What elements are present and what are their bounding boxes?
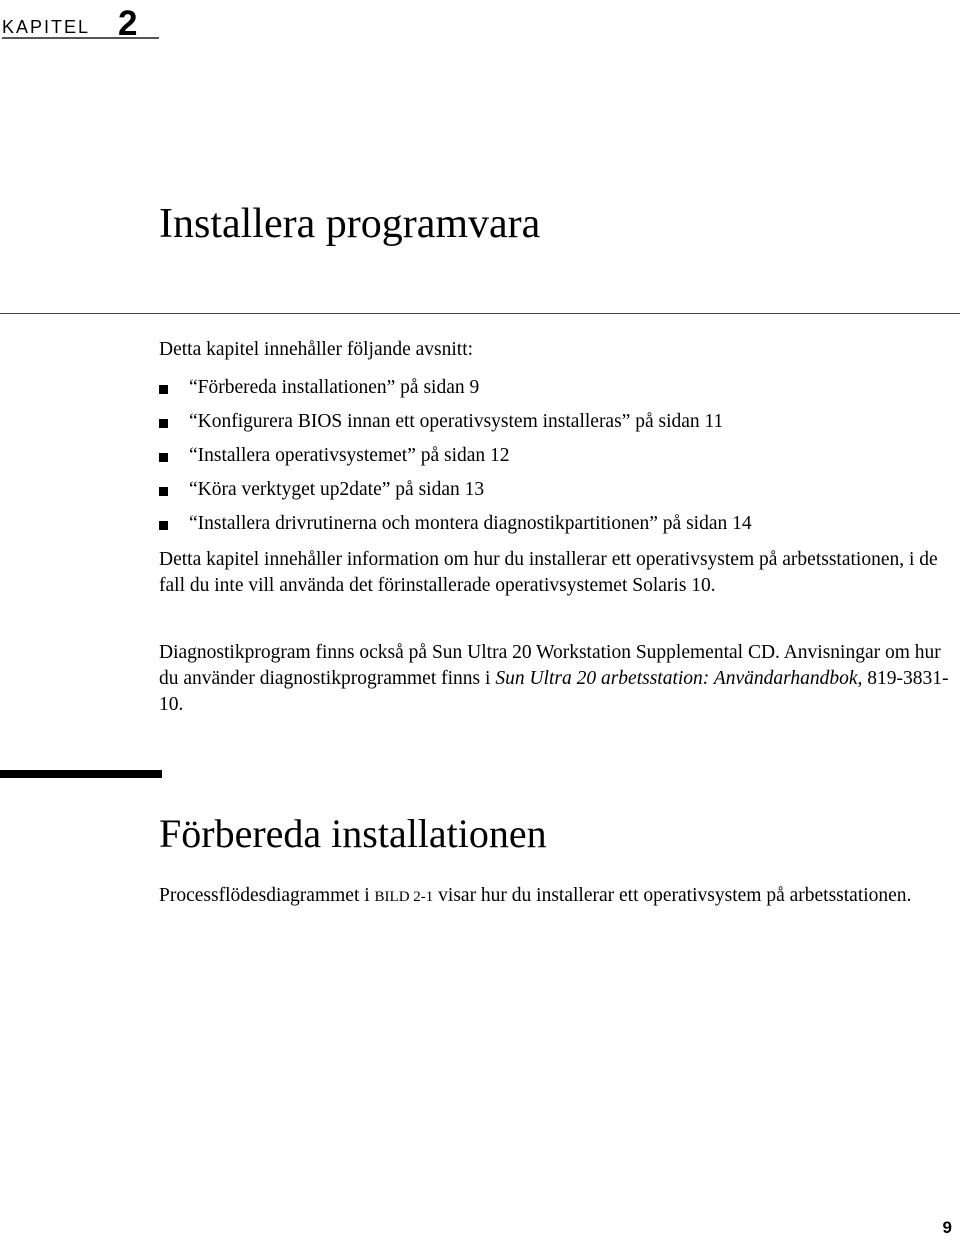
toc-list: “Förbereda installationen” på sidan 9 “K… bbox=[159, 371, 752, 541]
page-number: 9 bbox=[942, 1218, 952, 1237]
bullet-icon bbox=[159, 452, 168, 462]
chapter-rule bbox=[2, 37, 159, 39]
toc-item-page: på sidan 12 bbox=[420, 445, 510, 466]
title-divider bbox=[0, 313, 960, 314]
paragraph-os-info: Detta kapitel innehåller information om … bbox=[159, 549, 938, 596]
section-heading: Förbereda installationen bbox=[159, 811, 547, 856]
toc-item-page: på sidan 9 bbox=[400, 377, 480, 398]
paragraph-text: visar hur du installerar ett operativsys… bbox=[433, 885, 912, 906]
toc-item-title[interactable]: “Förbereda installationen” bbox=[189, 375, 395, 401]
toc-item[interactable]: “Konfigurera BIOS innan ett operativsyst… bbox=[159, 405, 752, 439]
toc-item[interactable]: “Köra verktyget up2date” på sidan 13 bbox=[159, 473, 752, 507]
toc-item-title[interactable]: “Köra verktyget up2date” bbox=[189, 477, 390, 503]
toc-item[interactable]: “Installera drivrutinerna och montera di… bbox=[159, 507, 752, 541]
toc-item-page: på sidan 11 bbox=[635, 411, 724, 432]
page-title: Installera programvara bbox=[159, 201, 541, 247]
toc-item-page: på sidan 14 bbox=[662, 513, 752, 534]
bullet-icon bbox=[159, 486, 168, 496]
bullet-icon bbox=[159, 520, 168, 530]
chapter-label: KAPITEL 2 bbox=[2, 2, 138, 43]
paragraph-flowchart: Processflödesdiagrammet i BILD 2-1 visar… bbox=[159, 883, 949, 910]
toc-item-title[interactable]: “Installera operativsystemet” bbox=[189, 443, 416, 469]
bullet-icon bbox=[159, 384, 168, 394]
bullet-icon bbox=[159, 418, 168, 428]
chapter-word: KAPITEL bbox=[2, 17, 91, 37]
toc-item-page: på sidan 13 bbox=[395, 479, 485, 500]
toc-item-title[interactable]: “Installera drivrutinerna och montera di… bbox=[189, 511, 658, 537]
toc-item[interactable]: “Installera operativsystemet” på sidan 1… bbox=[159, 439, 752, 473]
figure-reference-link[interactable]: BILD 2-1 bbox=[375, 889, 434, 905]
toc-item[interactable]: “Förbereda installationen” på sidan 9 bbox=[159, 371, 752, 405]
paragraph-text: Processflödesdiagrammet i bbox=[159, 885, 375, 906]
book-title: Sun Ultra 20 arbetsstation: Användarhand… bbox=[495, 668, 863, 689]
section-bar bbox=[0, 770, 162, 778]
paragraph-diagnostics: Diagnostikprogram finns också på Sun Ult… bbox=[159, 640, 949, 718]
intro-text: Detta kapitel innehåller följande avsnit… bbox=[159, 339, 474, 360]
toc-item-title[interactable]: “Konfigurera BIOS innan ett operativsyst… bbox=[189, 409, 630, 435]
